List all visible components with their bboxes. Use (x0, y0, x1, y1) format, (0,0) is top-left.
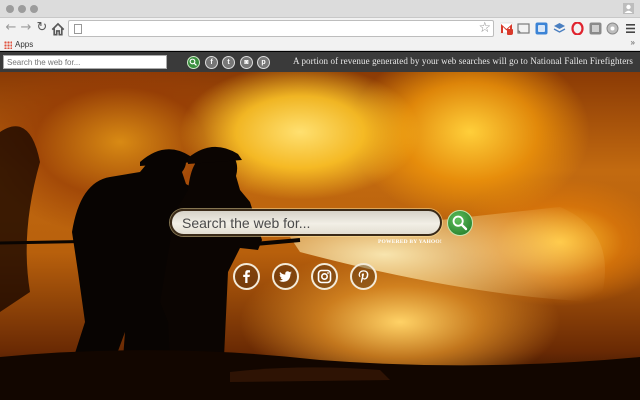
firefighter-silhouettes (0, 126, 640, 400)
page-top-bar: f t ◙ p A portion of revenue generated b… (0, 52, 640, 72)
main-search-go-icon[interactable] (447, 210, 473, 236)
minimize-window-button[interactable] (18, 5, 26, 13)
menu-icon[interactable] (624, 22, 637, 35)
charity-notice: A portion of revenue generated by your w… (293, 56, 634, 66)
apps-bookmark[interactable]: Apps (15, 39, 33, 51)
apps-grid-icon[interactable] (4, 41, 12, 49)
back-arrow-icon[interactable]: ← (4, 21, 18, 35)
forward-arrow-icon[interactable]: → (19, 21, 33, 35)
home-icon[interactable] (51, 22, 65, 36)
top-pinterest-icon[interactable]: p (257, 56, 270, 69)
firefighter-background (0, 72, 640, 400)
user-profile-icon[interactable] (623, 3, 634, 14)
opera-icon[interactable] (571, 22, 584, 35)
bookmark-star-icon[interactable]: ☆ (478, 20, 491, 36)
pinterest-icon[interactable] (350, 263, 377, 290)
address-bar[interactable]: ☆ (68, 20, 494, 37)
top-instagram-icon[interactable]: ◙ (240, 56, 253, 69)
top-search-go-icon[interactable] (187, 56, 200, 69)
twitter-icon[interactable] (272, 263, 299, 290)
facebook-icon[interactable] (233, 263, 260, 290)
browser-toolbar: ← → ↻ ☆ (0, 18, 640, 39)
close-window-button[interactable] (6, 5, 14, 13)
page-icon (74, 24, 82, 34)
extension-gray-icon[interactable] (589, 22, 602, 35)
extension-blue-icon[interactable] (535, 22, 548, 35)
zoom-window-button[interactable] (30, 5, 38, 13)
extension-round-icon[interactable] (606, 22, 619, 35)
window-titlebar (0, 0, 640, 18)
main-search-input[interactable] (170, 209, 442, 236)
extension-stack-icon[interactable] (553, 22, 566, 35)
bookmarks-more-chevron[interactable]: » (631, 38, 635, 47)
top-twitter-icon[interactable]: t (222, 56, 235, 69)
cast-icon[interactable] (517, 22, 530, 35)
instagram-icon[interactable] (311, 263, 338, 290)
top-facebook-icon[interactable]: f (205, 56, 218, 69)
reload-icon[interactable]: ↻ (35, 21, 49, 35)
powered-by-yahoo: POWERED BY YAHOO! (378, 239, 442, 245)
top-search-input[interactable] (3, 55, 167, 69)
bookmarks-bar: Apps » (0, 38, 640, 51)
gmail-icon[interactable] (500, 22, 513, 35)
